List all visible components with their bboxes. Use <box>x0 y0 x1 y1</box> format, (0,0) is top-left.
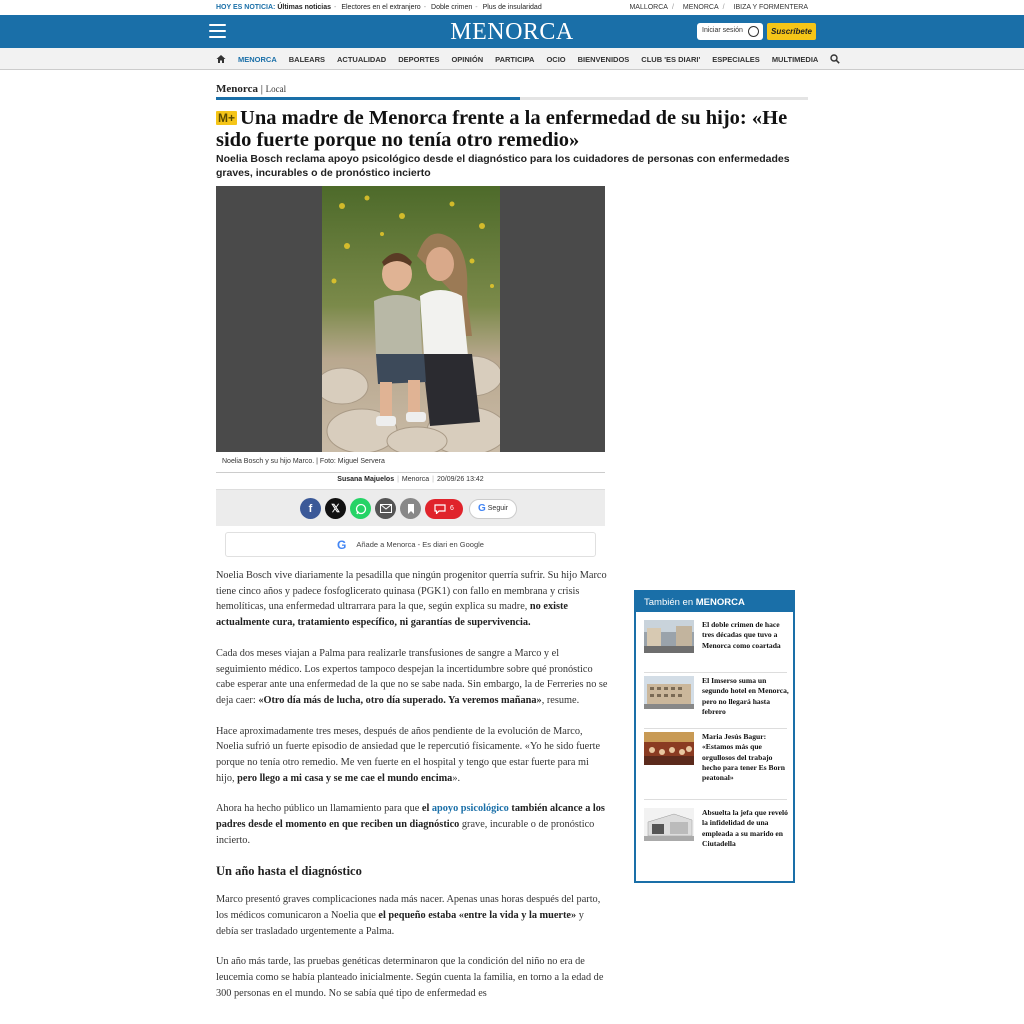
login-button[interactable]: Iniciar sesión <box>697 23 763 40</box>
x-twitter-icon[interactable]: 𝕏 <box>325 498 346 519</box>
related-item[interactable]: Maria Jesús Bagur: «Estamos más que orgu… <box>644 732 787 800</box>
ticker-link[interactable]: Doble crimen <box>431 4 472 11</box>
related-thumb <box>644 620 694 653</box>
region-links: MALLORCA / MENORCA / IBIZA Y FORMENTERA <box>629 4 808 11</box>
nav-item-actualidad[interactable]: ACTUALIDAD <box>337 55 386 64</box>
region-link[interactable]: IBIZA Y FORMENTERA <box>734 4 808 11</box>
article-title-text: Una madre de Menorca frente a la enferme… <box>216 107 788 151</box>
main-nav: MENORCA BALEARS ACTUALIDAD DEPORTES OPIN… <box>0 48 1024 70</box>
nav-item-bienvenidos[interactable]: BIENVENIDOS <box>578 55 630 64</box>
email-icon[interactable] <box>375 498 396 519</box>
nav-item-participa[interactable]: PARTICIPA <box>495 55 534 64</box>
search-icon[interactable] <box>830 54 841 64</box>
share-bar: f 𝕏 6 G Seguir <box>216 489 605 526</box>
breadcrumb: Menorca | Local <box>216 83 287 95</box>
divider-accent <box>216 97 520 100</box>
nav-item-especiales[interactable]: ESPECIALES <box>712 55 760 64</box>
breadcrumb-subsection[interactable]: Local <box>266 84 287 94</box>
nav-item-menorca[interactable]: MENORCA <box>238 55 277 64</box>
subscribe-button[interactable]: Suscríbete <box>767 23 816 40</box>
ticker-link[interactable]: Plus de insularidad <box>483 4 542 11</box>
region-link[interactable]: MALLORCA <box>629 4 668 11</box>
related-item-title: Maria Jesús Bagur: «Estamos más que orgu… <box>702 732 785 783</box>
related-item-title: El doble crimen de hace tres décadas que… <box>702 620 781 650</box>
publish-date: 20/09/26 13:42 <box>436 476 484 483</box>
whatsapp-icon[interactable] <box>350 498 371 519</box>
paragraph: Marco presentó graves complicaciones nad… <box>216 894 601 937</box>
nav-item-deportes[interactable]: DEPORTES <box>398 55 439 64</box>
nav-item-balears[interactable]: BALEARS <box>289 55 325 64</box>
home-icon[interactable] <box>216 54 226 64</box>
premium-badge: M+ <box>216 111 238 125</box>
nav-item-club[interactable]: CLUB 'ES DIARI' <box>641 55 700 64</box>
related-item[interactable]: El Imserso suma un segundo hotel en Meno… <box>644 676 789 729</box>
related-item-title: El Imserso suma un segundo hotel en Meno… <box>702 676 789 716</box>
google-icon: G <box>337 537 347 552</box>
facebook-icon[interactable]: f <box>300 498 321 519</box>
login-label: Iniciar sesión <box>702 27 743 34</box>
ticker-link[interactable]: Electores en el extranjero <box>341 4 420 11</box>
bookmark-icon[interactable] <box>400 498 421 519</box>
article-subtitle: Noelia Bosch reclama apoyo psicológico d… <box>216 153 790 179</box>
google-follow-button[interactable]: G Seguir <box>469 498 517 519</box>
divider <box>216 472 605 473</box>
related-sidebar: También en MENORCA El doble crimen de ha… <box>634 590 795 883</box>
comment-icon <box>434 503 446 514</box>
inline-link[interactable]: apoyo psicológico <box>432 803 509 814</box>
ticker-link[interactable]: Últimas noticias <box>277 4 331 11</box>
site-logo[interactable]: MENORCA <box>0 19 1024 46</box>
google-preferred-source-button[interactable]: G Añade a Menorca - Es diari en Google <box>225 532 596 557</box>
follow-label: Seguir <box>487 505 508 512</box>
related-item-title: Absuelta la jefa que reveló la infidelid… <box>702 808 788 848</box>
google-icon: G <box>477 503 486 514</box>
ticker-label: HOY ES NOTICIA: <box>216 4 276 11</box>
article-body: Noelia Bosch vive diariamente la pesadil… <box>216 568 608 1016</box>
top-ticker: HOY ES NOTICIA: Últimas noticias - Electo… <box>0 0 1024 15</box>
breadcrumb-section[interactable]: Menorca <box>216 83 258 95</box>
nav-item-ocio[interactable]: OCIO <box>546 55 565 64</box>
sidebar-title: También en MENORCA <box>636 592 793 612</box>
paragraph: Cada dos meses viajan a Palma para reali… <box>216 647 608 706</box>
comments-count: 6 <box>450 505 454 512</box>
nav-item-opinion[interactable]: OPINIÓN <box>451 55 483 64</box>
paragraph: Un año más tarde, las pruebas genéticas … <box>216 956 604 999</box>
related-thumb <box>644 808 694 841</box>
region-link[interactable]: MENORCA <box>683 4 719 11</box>
related-item[interactable]: El doble crimen de hace tres décadas que… <box>644 620 787 673</box>
byline-location: Menorca <box>401 476 430 483</box>
photo-caption: Noelia Bosch y su hijo Marco. | Foto: Mi… <box>222 458 385 465</box>
related-thumb <box>644 676 694 709</box>
section-heading: Un año hasta el diagnóstico <box>216 863 362 878</box>
news-ticker: HOY ES NOTICIA: Últimas noticias - Electo… <box>216 4 542 11</box>
article-photo <box>216 186 605 452</box>
paragraph: Ahora ha hecho público un llamamiento pa… <box>216 803 605 846</box>
related-item[interactable]: Absuelta la jefa que reveló la infidelid… <box>644 808 788 864</box>
paragraph: Hace aproximadamente tres meses, después… <box>216 725 601 784</box>
google-add-label: Añade a Menorca - Es diari en Google <box>356 540 484 549</box>
author-name[interactable]: Susana Majuelos <box>337 476 394 483</box>
paragraph: Noelia Bosch vive diariamente la pesadil… <box>216 570 607 629</box>
photo-image <box>322 186 500 452</box>
nav-item-multimedia[interactable]: MULTIMEDIA <box>772 55 819 64</box>
comments-button[interactable]: 6 <box>425 498 463 519</box>
byline: Susana Majuelos | Menorca | 20/09/26 13:42 <box>337 476 484 483</box>
site-header: MENORCA Iniciar sesión Suscríbete <box>0 15 1024 48</box>
article-title: M+ Una madre de Menorca frente a la enfer… <box>216 107 796 151</box>
user-icon <box>748 26 759 37</box>
related-thumb <box>644 732 694 765</box>
